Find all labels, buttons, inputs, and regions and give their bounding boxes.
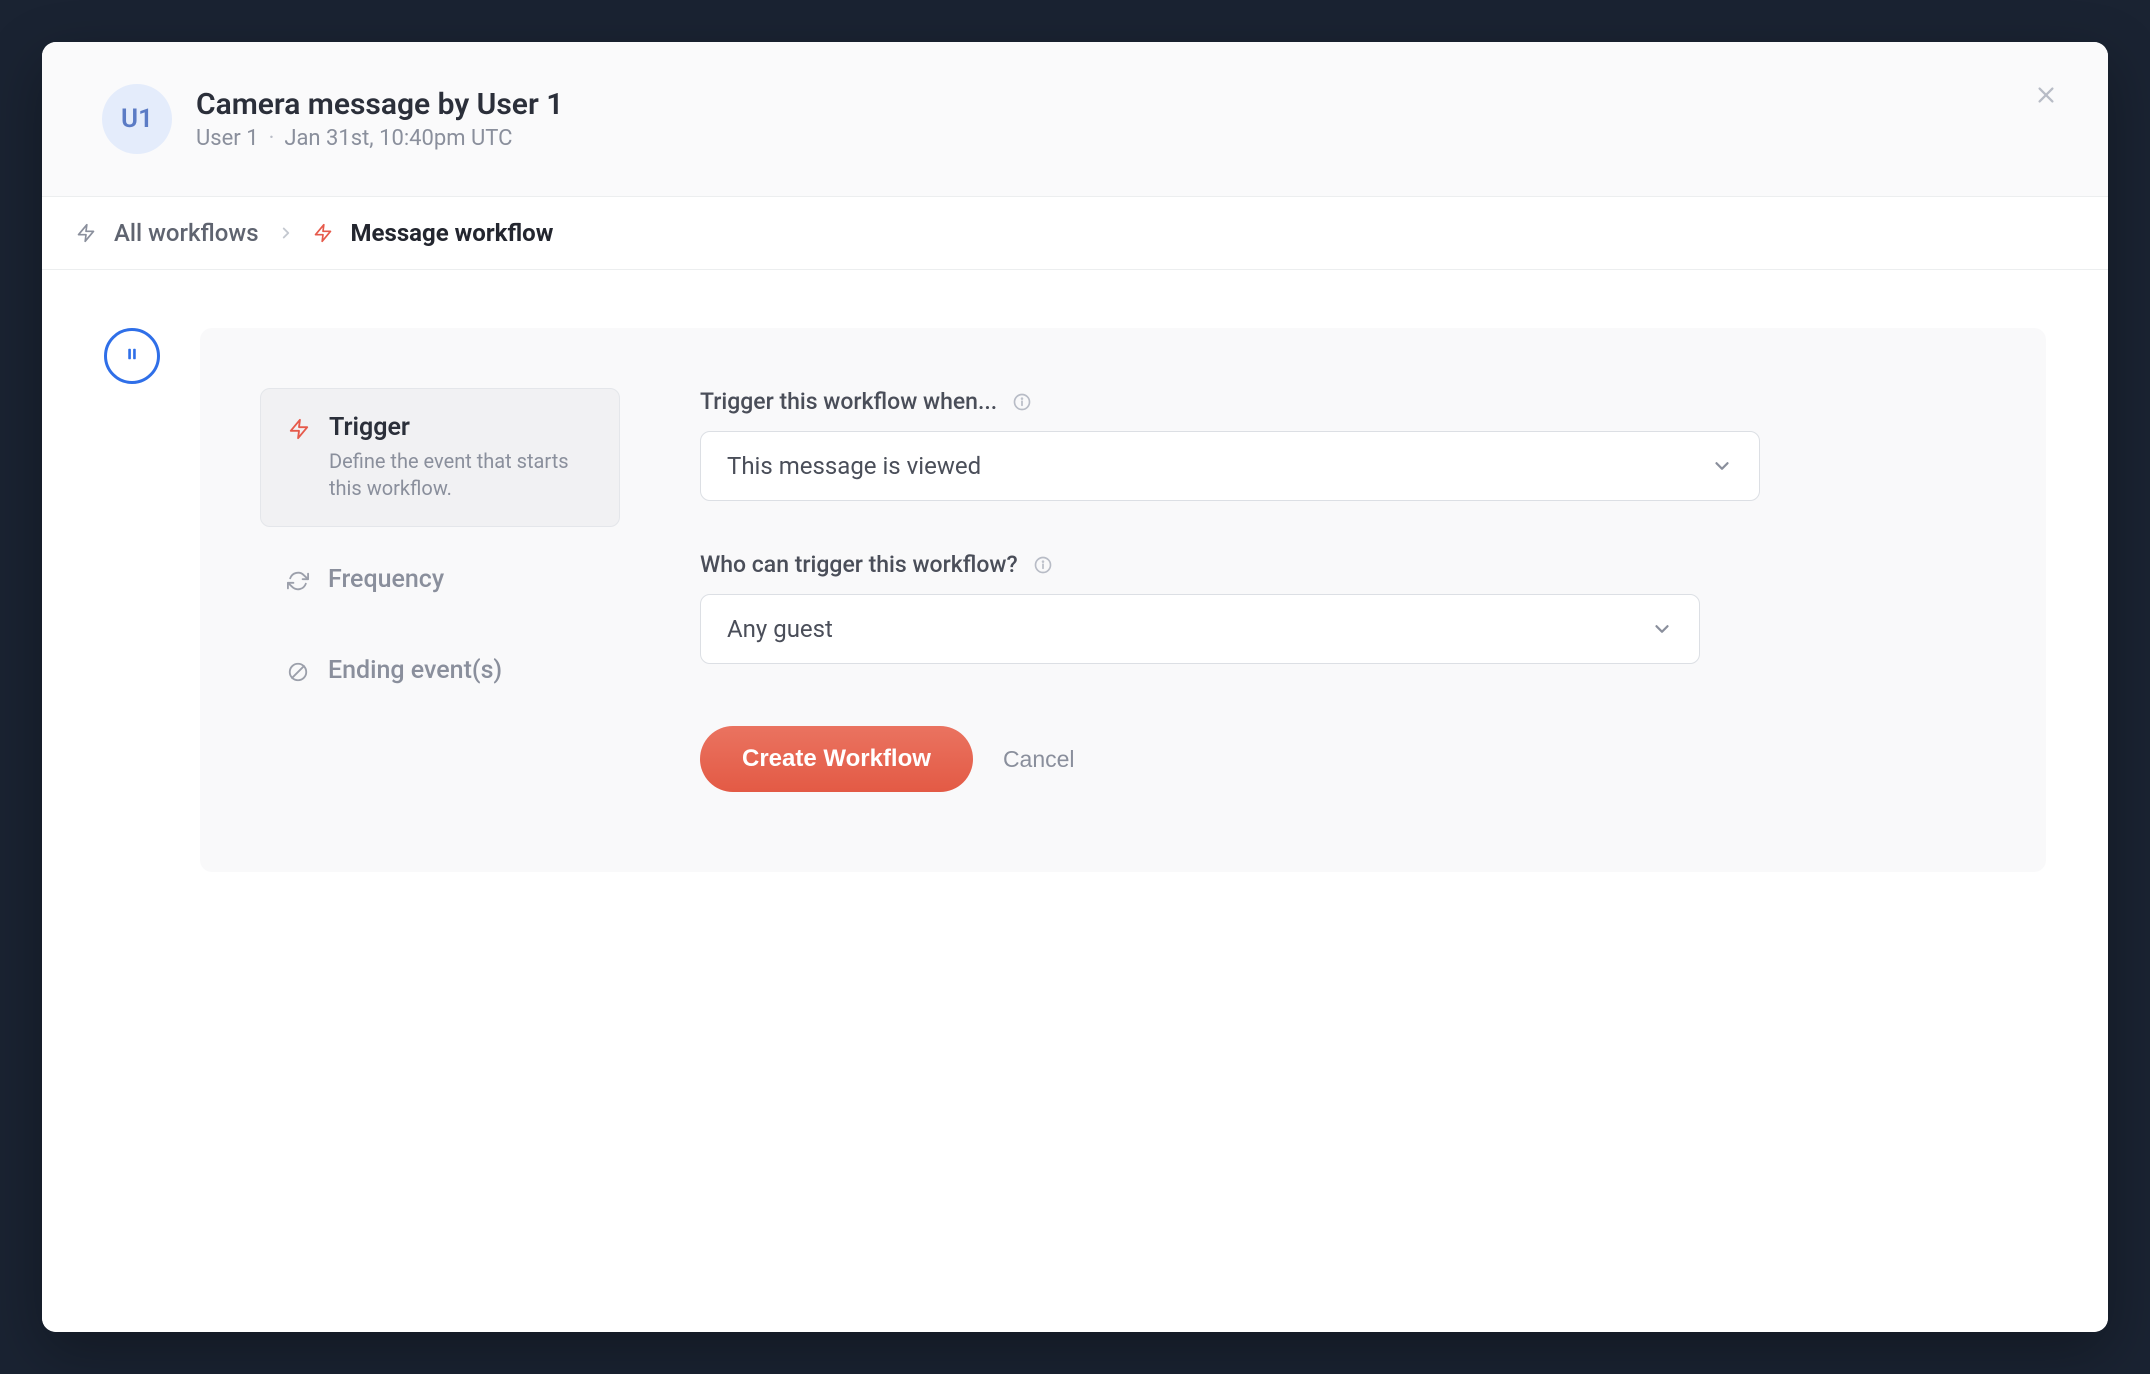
sidemenu-item-label: Frequency [328, 565, 444, 594]
timestamp: Jan 31st, 10:40pm UTC [284, 126, 512, 151]
modal-body: Trigger Define the event that starts thi… [42, 270, 2108, 1332]
close-icon [2035, 84, 2057, 109]
close-button[interactable] [2026, 76, 2066, 116]
trigger-label: Trigger this workflow when... [700, 388, 1986, 415]
author-name: User 1 [196, 126, 259, 151]
ban-icon [286, 660, 310, 684]
trigger-select[interactable]: This message is viewed [700, 431, 1760, 501]
bolt-icon [313, 223, 333, 243]
sidemenu-item-body: Ending event(s) [328, 656, 502, 685]
sidemenu-item-desc: Define the event that starts this workfl… [329, 448, 593, 502]
form-group-who: Who can trigger this workflow? Any guest [700, 551, 1986, 664]
chevron-right-icon [277, 224, 295, 242]
avatar: U1 [102, 84, 172, 154]
config-panel: Trigger Define the event that starts thi… [200, 328, 2046, 872]
header-text: Camera message by User 1 User 1 · Jan 31… [196, 87, 563, 151]
info-icon[interactable] [1032, 554, 1054, 576]
sidemenu-item-ending[interactable]: Ending event(s) [260, 632, 620, 709]
info-icon[interactable] [1011, 391, 1033, 413]
workflow-modal: U1 Camera message by User 1 User 1 · Jan… [42, 42, 2108, 1332]
action-row: Create Workflow Cancel [700, 726, 1986, 792]
cancel-button[interactable]: Cancel [1003, 746, 1075, 773]
who-select[interactable]: Any guest [700, 594, 1700, 664]
meta-separator: · [269, 126, 275, 151]
sidemenu-item-label: Trigger [329, 413, 593, 442]
sidemenu-item-frequency[interactable]: Frequency [260, 541, 620, 618]
who-label-text: Who can trigger this workflow? [700, 551, 1018, 578]
who-label: Who can trigger this workflow? [700, 551, 1986, 578]
modal-subtitle: User 1 · Jan 31st, 10:40pm UTC [196, 126, 563, 151]
bolt-icon [287, 417, 311, 441]
bolt-icon [76, 223, 96, 243]
breadcrumb-root-label: All workflows [114, 219, 259, 247]
trigger-select-value: This message is viewed [727, 452, 981, 480]
refresh-icon [286, 569, 310, 593]
who-select-value: Any guest [727, 615, 833, 643]
create-workflow-button[interactable]: Create Workflow [700, 726, 973, 792]
sidemenu-item-trigger[interactable]: Trigger Define the event that starts thi… [260, 388, 620, 527]
trigger-label-text: Trigger this workflow when... [700, 388, 997, 415]
chevron-down-icon [1711, 455, 1733, 477]
modal-header: U1 Camera message by User 1 User 1 · Jan… [42, 42, 2108, 196]
sidemenu-item-body: Frequency [328, 565, 444, 594]
form-group-trigger: Trigger this workflow when... This messa… [700, 388, 1986, 501]
avatar-initials: U1 [121, 104, 153, 134]
modal-title: Camera message by User 1 [196, 87, 563, 122]
sidemenu-item-label: Ending event(s) [328, 656, 502, 685]
breadcrumb-current-label: Message workflow [351, 219, 554, 247]
form-area: Trigger this workflow when... This messa… [700, 388, 1986, 792]
sidemenu-item-body: Trigger Define the event that starts thi… [329, 413, 593, 502]
status-badge [104, 328, 160, 384]
breadcrumb-root[interactable]: All workflows [114, 219, 259, 247]
breadcrumb: All workflows Message workflow [42, 196, 2108, 270]
chevron-down-icon [1651, 618, 1673, 640]
sidemenu: Trigger Define the event that starts thi… [260, 388, 620, 792]
pause-icon [123, 345, 141, 367]
breadcrumb-current: Message workflow [351, 219, 554, 247]
